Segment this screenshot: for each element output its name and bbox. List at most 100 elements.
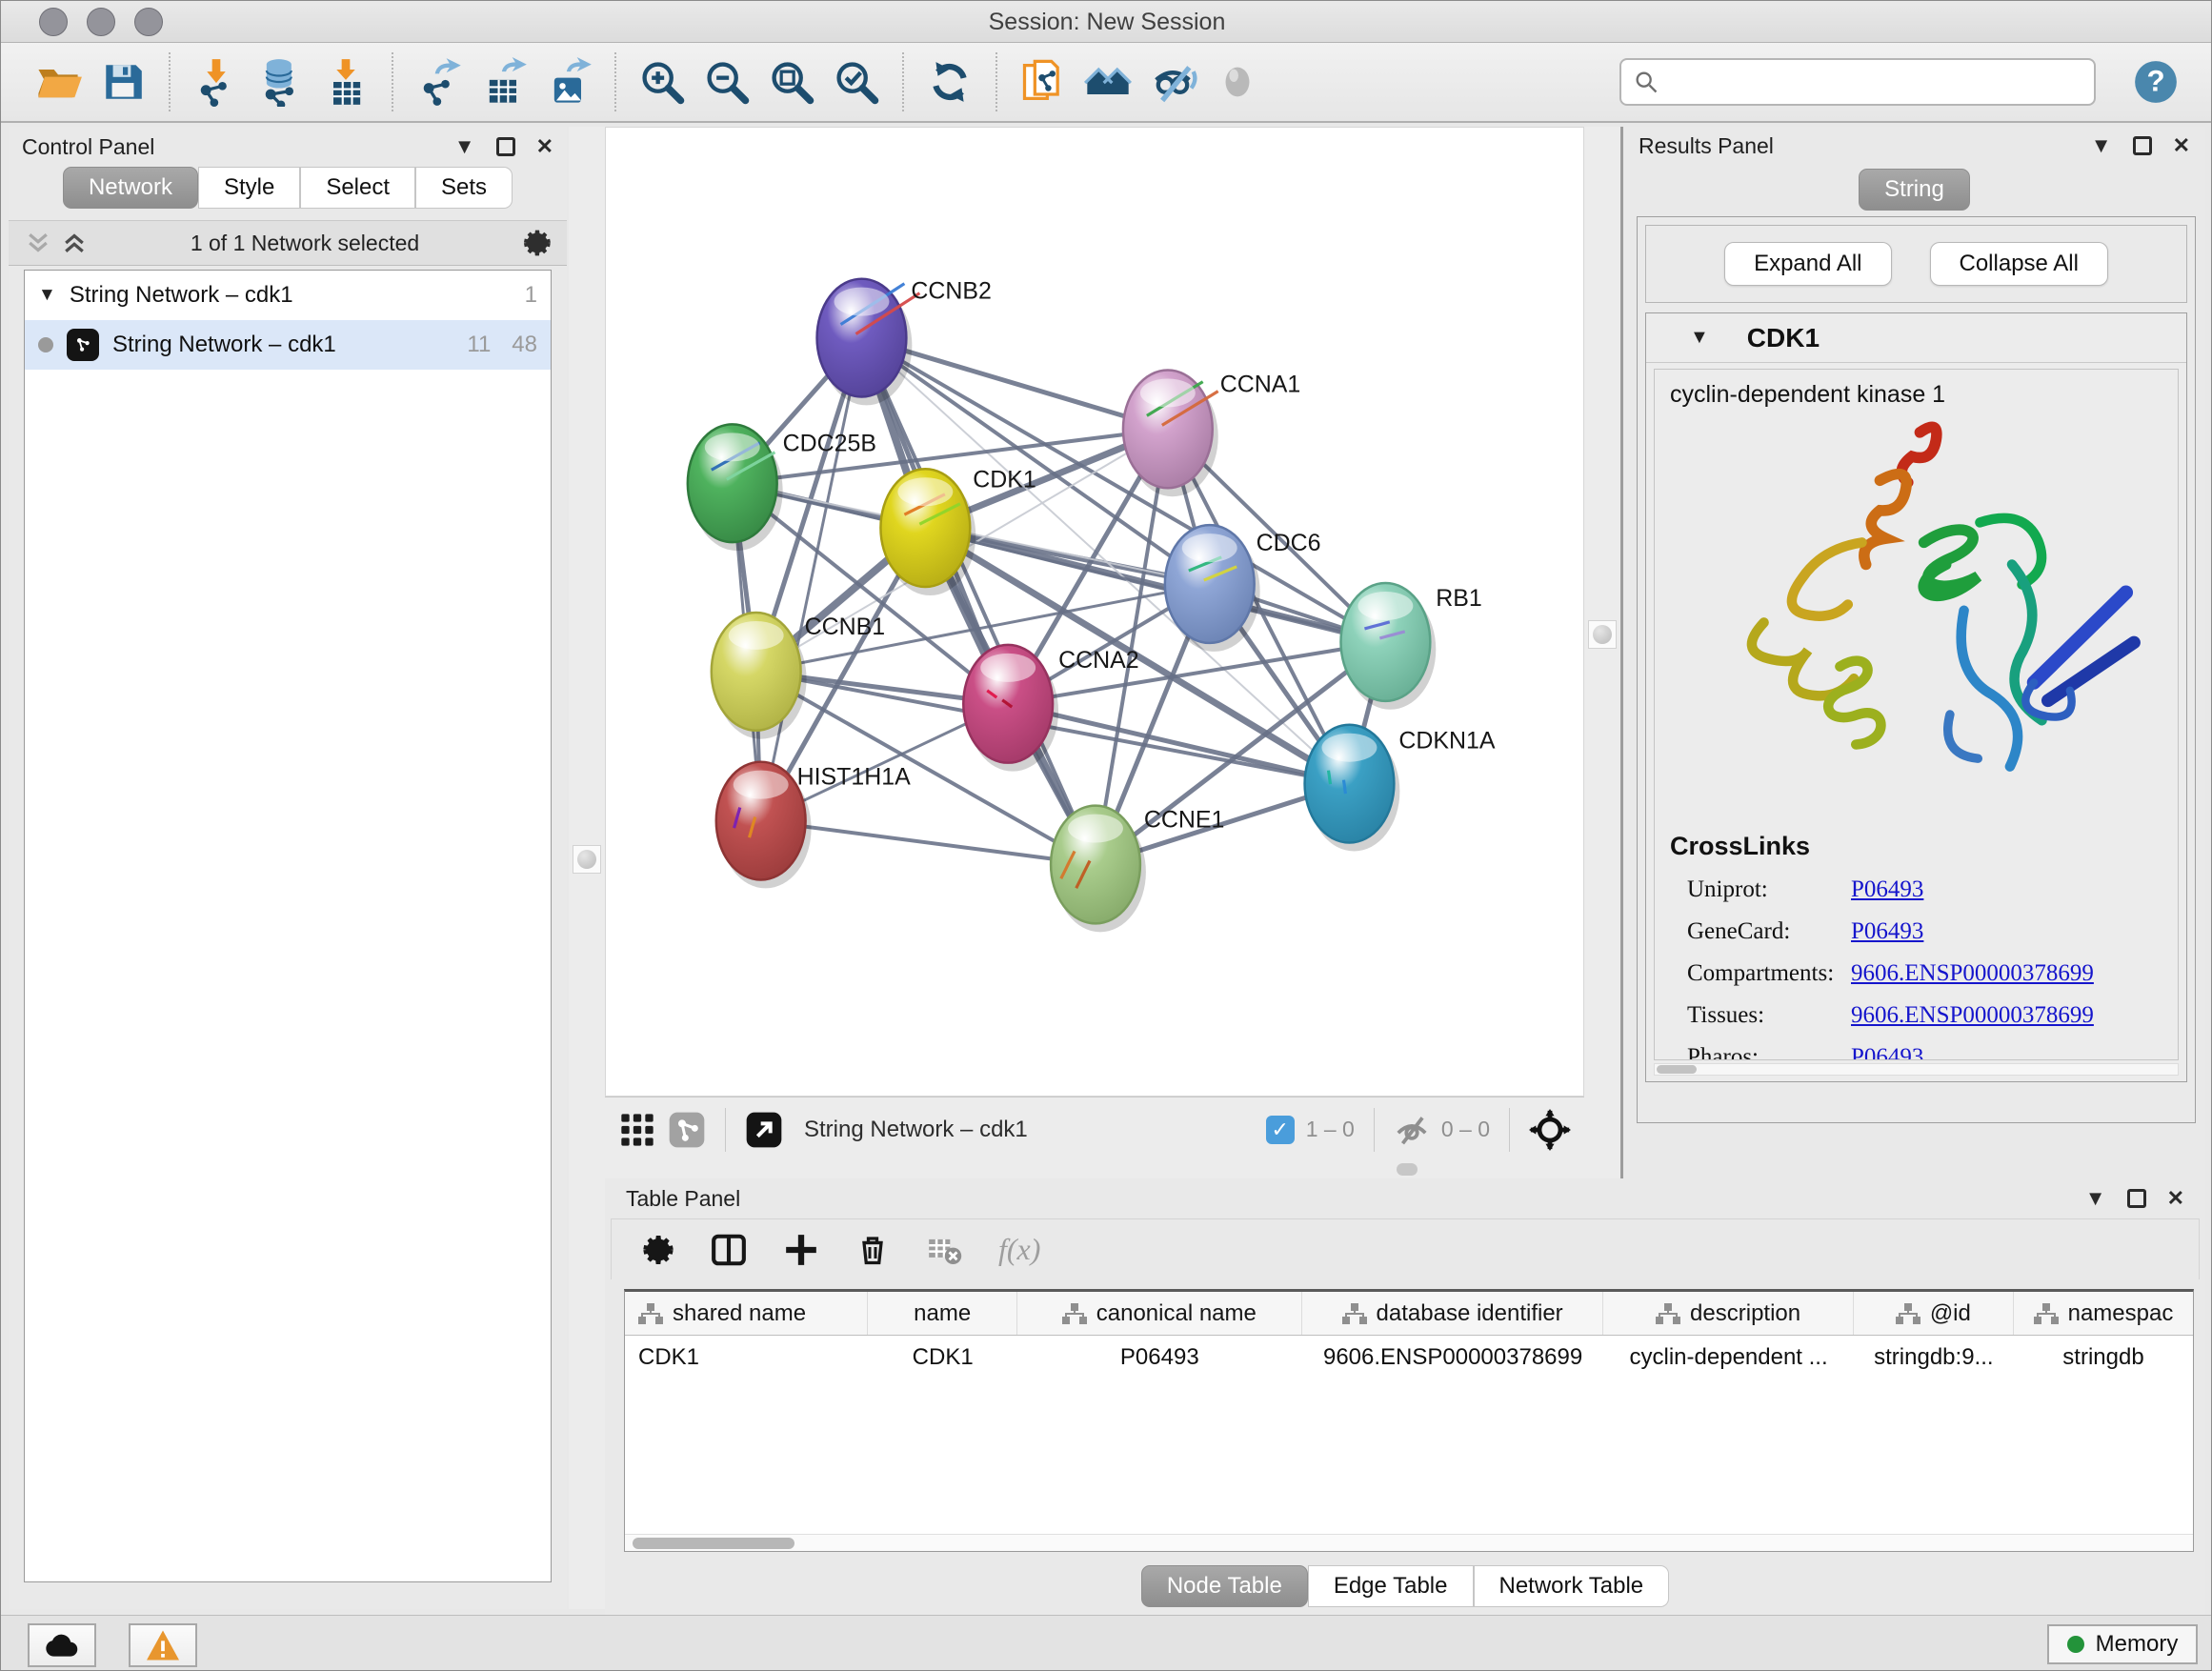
tab-edge-table[interactable]: Edge Table	[1308, 1565, 1474, 1607]
selected-nodes-checkbox[interactable]: ✓	[1266, 1116, 1295, 1144]
tab-string[interactable]: String	[1859, 169, 1970, 211]
crosslink-link[interactable]: 9606.ENSP00000378699	[1851, 1002, 2094, 1029]
expand-all-button[interactable]: Expand All	[1724, 242, 1891, 286]
export-network-icon[interactable]	[412, 54, 467, 110]
crosslink-link[interactable]: P06493	[1851, 918, 1923, 945]
crosslink-link[interactable]: 9606.ENSP00000378699	[1851, 960, 2094, 987]
splitter-handle[interactable]	[1397, 1163, 1418, 1176]
network-node-CDK1[interactable]: CDK1	[880, 466, 1036, 595]
open-session-icon[interactable]	[30, 54, 86, 110]
scrollbar-thumb[interactable]	[633, 1538, 794, 1549]
splitter-handle[interactable]	[573, 845, 601, 874]
crosslink-link[interactable]: P06493	[1851, 1044, 1923, 1060]
panel-close-icon[interactable]: ✕	[2173, 135, 2190, 156]
cloud-button[interactable]	[28, 1623, 96, 1667]
tab-style[interactable]: Style	[198, 167, 300, 209]
cell-shared-name[interactable]: CDK1	[625, 1336, 868, 1379]
save-session-icon[interactable]	[95, 54, 151, 110]
collapse-all-icon[interactable]	[24, 229, 52, 257]
gene-collapse-icon[interactable]: ▼	[1690, 327, 1709, 349]
memory-button[interactable]: Memory	[2047, 1624, 2198, 1664]
cell-namespace[interactable]: stringdb	[2014, 1336, 2193, 1379]
home-network-icon[interactable]	[1080, 54, 1136, 110]
hide-glasses-icon[interactable]	[1145, 54, 1200, 110]
tab-select[interactable]: Select	[300, 167, 415, 209]
import-network-database-icon[interactable]	[253, 54, 309, 110]
network-node-CCNB2[interactable]: CCNB2	[817, 278, 992, 406]
results-scrollbar[interactable]	[1654, 1063, 2179, 1076]
network-node-CDC25B[interactable]: CDC25B	[688, 424, 876, 551]
panel-float-icon[interactable]	[2127, 1189, 2146, 1208]
network-node-CDC6[interactable]: CDC6	[1165, 525, 1321, 652]
tree-expand-icon[interactable]: ▼	[38, 285, 56, 306]
pan-crosshair-icon[interactable]	[1529, 1109, 1571, 1151]
panel-menu-icon[interactable]: ▼	[2085, 1188, 2106, 1209]
tab-node-table[interactable]: Node Table	[1141, 1565, 1308, 1607]
add-column-icon[interactable]	[783, 1232, 819, 1268]
refresh-icon[interactable]	[922, 54, 977, 110]
string-file-icon[interactable]	[1016, 54, 1071, 110]
network-edge-CCNA2-CDKN1A[interactable]	[1008, 704, 1349, 784]
tab-network-table[interactable]: Network Table	[1474, 1565, 1670, 1607]
network-collection-row[interactable]: ▼ String Network – cdk1 1	[25, 271, 551, 320]
import-table-file-icon[interactable]	[318, 54, 373, 110]
external-view-icon[interactable]	[745, 1111, 783, 1149]
delete-column-icon[interactable]	[855, 1233, 890, 1267]
horizontal-splitter[interactable]	[605, 1161, 1584, 1178]
panel-close-icon[interactable]: ✕	[536, 136, 553, 157]
cell-canonical-name[interactable]: P06493	[1017, 1336, 1302, 1379]
network-edge-CCNB2-HIST1H1A[interactable]	[761, 338, 862, 821]
warnings-button[interactable]	[129, 1623, 197, 1667]
zoom-fit-icon[interactable]	[764, 54, 819, 110]
tab-sets[interactable]: Sets	[415, 167, 513, 209]
function-builder-icon[interactable]: f(x)	[998, 1232, 1040, 1267]
column-header-description[interactable]: description	[1603, 1292, 1853, 1335]
zoom-out-icon[interactable]	[699, 54, 754, 110]
table-horizontal-scrollbar[interactable]	[625, 1534, 2193, 1551]
network-node-CCNA1[interactable]: CCNA1	[1123, 370, 1300, 496]
zoom-selected-icon[interactable]	[829, 54, 884, 110]
gear-icon[interactable]	[521, 228, 552, 258]
show-eye-icon[interactable]	[1210, 54, 1265, 110]
panel-float-icon[interactable]	[2133, 136, 2152, 155]
export-image-icon[interactable]	[541, 54, 596, 110]
collapse-all-button[interactable]: Collapse All	[1930, 242, 2108, 286]
column-header-canonical-name[interactable]: canonical name	[1017, 1292, 1302, 1335]
column-header-namespace[interactable]: namespac	[2014, 1292, 2193, 1335]
table-row[interactable]: CDK1 CDK1 P06493 9606.ENSP00000378699 cy…	[625, 1336, 2193, 1379]
network-node-RB1[interactable]: RB1	[1340, 583, 1481, 710]
split-columns-icon[interactable]	[711, 1232, 747, 1268]
delete-table-icon[interactable]	[926, 1232, 962, 1268]
cell-database-identifier[interactable]: 9606.ENSP00000378699	[1302, 1336, 1604, 1379]
panel-menu-icon[interactable]: ▼	[454, 136, 475, 157]
cell-name[interactable]: CDK1	[868, 1336, 1016, 1379]
panel-menu-icon[interactable]: ▼	[2091, 135, 2112, 156]
network-canvas[interactable]: CCNB2CCNA1CDC25BCDK1CDC6RB1CCNB1CCNA2CDK…	[605, 127, 1584, 1097]
column-header-database-identifier[interactable]: database identifier	[1302, 1292, 1604, 1335]
search-input[interactable]	[1659, 68, 2060, 96]
search-box[interactable]	[1619, 58, 2096, 106]
grid-view-icon[interactable]	[618, 1111, 656, 1149]
column-header-name[interactable]: name	[868, 1292, 1016, 1335]
cell-description[interactable]: cyclin-dependent ...	[1603, 1336, 1853, 1379]
column-header-id[interactable]: @id	[1854, 1292, 2014, 1335]
import-network-file-icon[interactable]	[189, 54, 244, 110]
network-node-CDKN1A[interactable]: CDKN1A	[1305, 725, 1496, 852]
hidden-eye-icon[interactable]	[1394, 1112, 1430, 1148]
column-header-shared-name[interactable]: shared name	[625, 1292, 868, 1335]
right-panel-splitter[interactable]	[1584, 127, 1620, 1178]
crosslink-link[interactable]: P06493	[1851, 876, 1923, 903]
panel-float-icon[interactable]	[496, 137, 515, 156]
splitter-handle[interactable]	[1588, 620, 1617, 649]
network-view-icon[interactable]	[668, 1111, 706, 1149]
network-node-CCNE1[interactable]: CCNE1	[1051, 806, 1224, 933]
network-node-HIST1H1A[interactable]: HIST1H1A	[716, 762, 911, 889]
left-panel-splitter[interactable]	[569, 127, 605, 1609]
help-icon[interactable]: ?	[2128, 54, 2183, 110]
cell-id[interactable]: stringdb:9...	[1854, 1336, 2014, 1379]
network-row-selected[interactable]: String Network – cdk1 11 48	[25, 320, 551, 370]
table-gear-icon[interactable]	[640, 1233, 674, 1267]
expand-all-icon[interactable]	[60, 229, 89, 257]
tab-network[interactable]: Network	[63, 167, 198, 209]
export-table-icon[interactable]	[476, 54, 532, 110]
